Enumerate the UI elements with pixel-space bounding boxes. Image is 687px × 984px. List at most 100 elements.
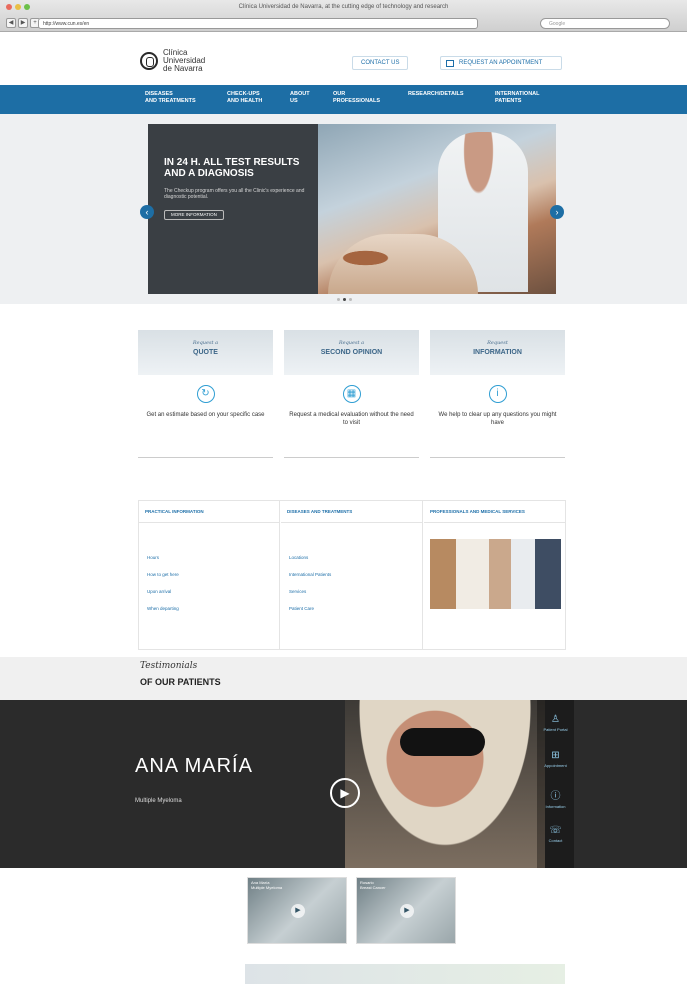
thumb-caption: Ana María Multiple Myeloma	[251, 880, 283, 890]
logo-text: Clínica Universidad de Navarra	[163, 48, 206, 73]
professionals-photo[interactable]	[430, 539, 561, 609]
sidebar-item-patient[interactable]: ♙ Patient Portal	[537, 714, 574, 732]
card-text: Get an estimate based on your specific c…	[146, 412, 265, 418]
browser-chrome: Clínica Universidad de Navarra, at the c…	[0, 0, 687, 32]
nav-about[interactable]: ABOUT US	[290, 91, 310, 105]
testimonial-video[interactable]: ANA MARÍA Multiple Myeloma ▶ ♙ Patient Po…	[0, 700, 687, 868]
more-information-button[interactable]: MORE INFORMATION	[164, 210, 224, 220]
slider-dot[interactable]	[337, 298, 340, 301]
card-script: Request	[487, 340, 508, 346]
column-title: PRACTICAL INFORMATION	[139, 501, 279, 523]
second-opinion-icon: ▦	[342, 385, 361, 403]
professionals-column: PROFESSIONALS AND MEDICAL SERVICES	[424, 501, 565, 649]
hero-slider: IN 24 H. ALL TEST RESULTS AND A DIAGNOSI…	[148, 124, 556, 294]
sidebar-item-contact[interactable]: ☏ Contact	[537, 825, 574, 843]
slider-dot-active[interactable]	[343, 298, 346, 301]
back-button[interactable]: ◀	[6, 18, 16, 28]
sidebar-label: Contact	[548, 838, 563, 843]
information-card[interactable]: Request INFORMATION i We help to clear u…	[430, 330, 565, 458]
video-play-button[interactable]: ▶	[330, 778, 360, 808]
browser-nav: ◀ ▶ +	[6, 18, 40, 28]
link-patient-care[interactable]: Patient Care	[289, 600, 422, 617]
information-icon: i	[488, 385, 507, 403]
hero-title: IN 24 H. ALL TEST RESULTS AND A DIAGNOSI…	[164, 157, 300, 179]
card-heading: QUOTE	[193, 349, 218, 356]
request-appointment-button[interactable]: REQUEST AN APPOINTMENT	[440, 56, 562, 70]
testimonial-name: ANA MARÍA	[135, 755, 253, 777]
info-icon: ⓘ	[550, 791, 561, 802]
testimonial-thumb[interactable]: Ana María Multiple Myeloma ▶	[247, 877, 347, 944]
link-services[interactable]: Services	[289, 583, 422, 600]
card-heading: SECOND OPINION	[320, 349, 383, 356]
site-logo[interactable]: Clínica Universidad de Navarra	[140, 49, 205, 73]
link-international-patients[interactable]: International Patients	[289, 566, 422, 583]
link-list: Locations International Patients Service…	[281, 523, 422, 617]
card-banner: Request a QUOTE	[138, 330, 273, 375]
nav-professionals[interactable]: OUR PROFESSIONALS	[333, 91, 380, 105]
testimonial-condition: Multiple Myeloma	[135, 798, 182, 804]
slider-dot[interactable]	[349, 298, 352, 301]
quote-icon: ↻	[196, 385, 215, 403]
main-nav: DISEASES AND TREATMENTS CHECK-UPS AND HE…	[0, 85, 687, 114]
quote-card[interactable]: Request a QUOTE ↻ Get an estimate based …	[138, 330, 273, 458]
card-banner: Request a SECOND OPINION	[284, 330, 419, 375]
hero-photo	[318, 124, 556, 294]
practical-info-column: PRACTICAL INFORMATION Hours How to get h…	[139, 501, 280, 649]
forward-button[interactable]: ▶	[18, 18, 28, 28]
link-when-departing[interactable]: When departing	[147, 600, 279, 617]
slider-next-button[interactable]: ›	[550, 205, 564, 219]
second-opinion-card[interactable]: Request a SECOND OPINION ▦ Request a med…	[284, 330, 419, 458]
thumb-play-icon: ▶	[291, 904, 305, 918]
nav-international[interactable]: INTERNATIONAL PATIENTS	[495, 91, 540, 105]
testimonials-heading: OF OUR PATIENTS	[140, 677, 221, 687]
patient-portrait	[345, 700, 545, 868]
thumb-play-icon: ▶	[400, 904, 414, 918]
address-bar[interactable]: http://www.cun.es/en	[38, 18, 478, 29]
site-header: Clínica Universidad de Navarra CONTACT U…	[0, 32, 687, 85]
browser-search-field[interactable]: Google	[540, 18, 670, 29]
card-script: Request a	[192, 340, 219, 346]
sidebar-label: Information	[545, 804, 566, 809]
card-divider	[430, 457, 565, 458]
slider-dots	[337, 298, 352, 301]
sidebar-item-information[interactable]: ⓘ Information	[537, 787, 574, 809]
slider-prev-button[interactable]: ‹	[140, 205, 154, 219]
card-divider	[284, 457, 419, 458]
contact-button[interactable]: CONTACT US	[352, 56, 409, 70]
testimonial-thumb[interactable]: Rosario Breast Cancer ▶	[356, 877, 456, 944]
link-list: Hours How to get here Upon arrival When …	[139, 523, 279, 617]
calendar-icon	[446, 60, 454, 67]
sidebar-label: Patient Portal	[543, 727, 568, 732]
diseases-column: DISEASES AND TREATMENTS Locations Intern…	[281, 501, 423, 649]
testimonials-heading-band: Testimonials OF OUR PATIENTS	[0, 657, 687, 700]
link-upon-arrival[interactable]: Upon arrival	[147, 583, 279, 600]
link-how-to-get-here[interactable]: How to get here	[147, 566, 279, 583]
card-text: We help to clear up any questions you mi…	[438, 412, 557, 426]
info-panel: PRACTICAL INFORMATION Hours How to get h…	[138, 500, 566, 650]
hero-text: The Checkup program offers you all the C…	[164, 188, 305, 200]
logo-emblem-icon	[140, 52, 158, 70]
card-script: Request a	[338, 340, 365, 346]
patient-icon: ♙	[551, 714, 560, 725]
sunglasses-shape	[400, 728, 485, 756]
appointment-label: REQUEST AN APPOINTMENT	[459, 60, 543, 66]
nav-research[interactable]: RESEARCH/DETAILS	[408, 91, 464, 98]
sidebar-label: Appointment	[544, 763, 567, 768]
map-preview-strip	[245, 964, 565, 984]
nav-diseases[interactable]: DISEASES AND TREATMENTS	[145, 91, 196, 105]
quick-access-sidebar: ♙ Patient Portal ⊞ Appointment ⓘ Informatio…	[537, 700, 574, 868]
link-hours[interactable]: Hours	[147, 549, 279, 566]
link-locations[interactable]: Locations	[289, 549, 422, 566]
hero-text-panel: IN 24 H. ALL TEST RESULTS AND A DIAGNOSI…	[148, 124, 318, 294]
card-divider	[138, 457, 273, 458]
sidebar-item-appointment[interactable]: ⊞ Appointment	[537, 750, 574, 768]
column-title: PROFESSIONALS AND MEDICAL SERVICES	[424, 501, 565, 523]
testimonials-script: Testimonials	[140, 661, 198, 671]
column-title: DISEASES AND TREATMENTS	[281, 501, 422, 523]
phone-icon: ☏	[549, 825, 562, 836]
card-banner: Request INFORMATION	[430, 330, 565, 375]
nav-check-ups[interactable]: CHECK-UPS AND HEALTH	[227, 91, 262, 105]
appointment-icon: ⊞	[551, 750, 560, 761]
card-heading: INFORMATION	[473, 349, 522, 356]
card-text: Request a medical evaluation without the…	[289, 412, 414, 426]
